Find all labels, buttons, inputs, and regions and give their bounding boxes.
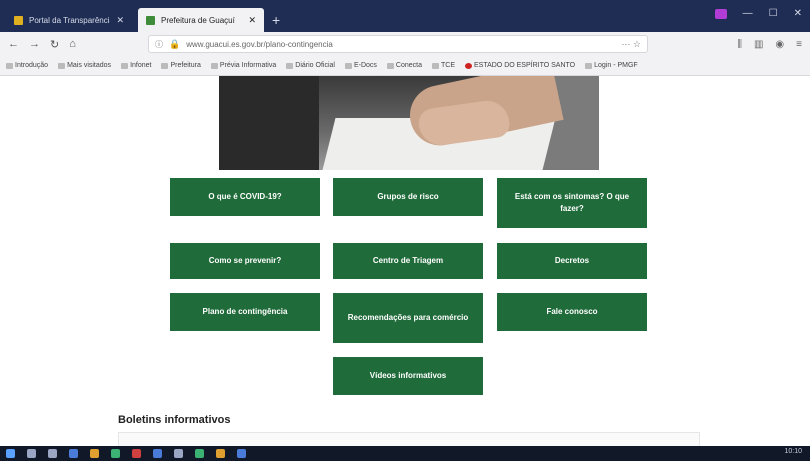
bookmark-folder-icon [161, 62, 169, 69]
browser-tab-bar: Portal da Transparência ✕ Prefeitura de … [0, 0, 810, 32]
page-info-icon[interactable]: ⓘ [155, 39, 163, 50]
app-icon[interactable] [111, 449, 120, 458]
navigation-bar: ← → ↻ ⌂ ⓘ 🔒 www.guacui.es.gov.br/plano-c… [0, 32, 810, 56]
tab-title: Portal da Transparência [29, 15, 111, 25]
app-icon[interactable] [237, 449, 246, 458]
minimize-icon[interactable]: — [743, 8, 753, 19]
bookmark-item[interactable]: Prévia Informativa [210, 62, 276, 69]
forward-icon[interactable]: → [29, 38, 40, 50]
app-icon[interactable] [174, 449, 183, 458]
prevention-button[interactable]: Como se prevenir? [170, 243, 320, 279]
reload-icon[interactable]: ↻ [50, 38, 59, 51]
sidebar-icon[interactable]: ▥ [754, 39, 763, 50]
app-icon[interactable] [132, 449, 141, 458]
tab-favicon-icon [14, 15, 23, 25]
tab-favicon-icon [146, 15, 155, 25]
bookmark-item[interactable]: Login - PMGF [585, 62, 638, 69]
close-tab-icon[interactable]: ✕ [116, 15, 124, 26]
bookmark-item[interactable]: Diário Oficial [286, 62, 335, 69]
videos-button[interactable]: Vídeos informativos [333, 357, 483, 395]
covid-info-button[interactable]: O que é COVID-19? [170, 178, 320, 216]
contingency-plan-button[interactable]: Plano de contingência [170, 293, 320, 331]
back-icon[interactable]: ← [8, 38, 19, 50]
app-icon[interactable] [69, 449, 78, 458]
tab-title: Prefeitura de Guaçuí [161, 15, 235, 25]
app-icon[interactable] [153, 449, 162, 458]
new-tab-button[interactable]: + [272, 12, 280, 28]
contact-button[interactable]: Fale conosco [497, 293, 647, 331]
bookmark-item[interactable]: Prefeitura [161, 62, 201, 69]
address-bar[interactable]: ⓘ 🔒 www.guacui.es.gov.br/plano-contingen… [148, 35, 648, 53]
tab-portal-transparencia[interactable]: Portal da Transparência ✕ [6, 8, 132, 32]
bookmark-item[interactable]: Conecta [386, 62, 422, 69]
app-icon[interactable] [195, 449, 204, 458]
commerce-recommendations-button[interactable]: Recomendações para comércio [333, 293, 483, 343]
extension-icon[interactable] [714, 8, 727, 19]
lock-icon: 🔒 [169, 38, 181, 49]
window-controls: — ☐ ✕ [714, 8, 802, 19]
bookmark-item[interactable]: Mais visitados [58, 62, 111, 69]
taskbar: 10:10 [0, 446, 810, 461]
decrees-button[interactable]: Decretos [497, 243, 647, 279]
bookmark-site-icon [464, 62, 472, 69]
home-icon[interactable]: ⌂ [69, 38, 76, 50]
bookmark-item[interactable]: ESTADO DO ESPÍRITO SANTO [464, 62, 575, 69]
bookmark-folder-icon [286, 62, 294, 69]
library-icon[interactable]: ⫼ [737, 39, 742, 50]
bookmark-folder-icon [6, 62, 13, 69]
tab-prefeitura[interactable]: Prefeitura de Guaçuí ✕ [138, 8, 264, 32]
maximize-icon[interactable]: ☐ [769, 8, 778, 19]
taskbar-clock[interactable]: 10:10 [784, 448, 802, 455]
bookmark-folder-icon [344, 62, 352, 69]
symptoms-button[interactable]: Está com os sintomas? O que fazer? [497, 178, 647, 228]
triage-center-button[interactable]: Centro de Triagem [333, 243, 483, 279]
bookmark-item[interactable]: Introdução [6, 62, 48, 69]
bookmark-item[interactable]: Infonet [121, 62, 151, 69]
bookmark-folder-icon [431, 62, 439, 69]
menu-icon[interactable]: ≡ [796, 39, 802, 50]
bookmark-folder-icon [585, 62, 593, 69]
account-icon[interactable]: ◉ [775, 39, 784, 50]
start-icon[interactable] [6, 449, 15, 458]
bulletins-container [118, 432, 700, 446]
hero-image [219, 76, 599, 170]
bookmark-star-icon[interactable]: ··· ☆ [621, 39, 641, 50]
app-icon[interactable] [90, 449, 99, 458]
bookmark-folder-icon [58, 62, 66, 69]
close-tab-icon[interactable]: ✕ [248, 15, 256, 26]
bookmarks-bar: Introdução Mais visitados Infonet Prefei… [0, 56, 810, 76]
toolbar-right: ⫼ ▥ ◉ ≡ [737, 39, 802, 50]
section-title: Boletins informativos [118, 414, 231, 426]
close-window-icon[interactable]: ✕ [794, 8, 802, 19]
url-text[interactable]: www.guacui.es.gov.br/plano-contingencia [186, 40, 333, 49]
risk-groups-button[interactable]: Grupos de risco [333, 178, 483, 216]
task-view-icon[interactable] [48, 449, 57, 458]
bookmark-folder-icon [386, 62, 394, 69]
search-icon[interactable] [27, 449, 36, 458]
bookmark-folder-icon [210, 62, 218, 69]
bookmark-item[interactable]: E-Docs [344, 62, 377, 69]
bookmark-folder-icon [121, 62, 129, 69]
bookmark-item[interactable]: TCE [431, 62, 455, 69]
app-icon[interactable] [216, 449, 225, 458]
